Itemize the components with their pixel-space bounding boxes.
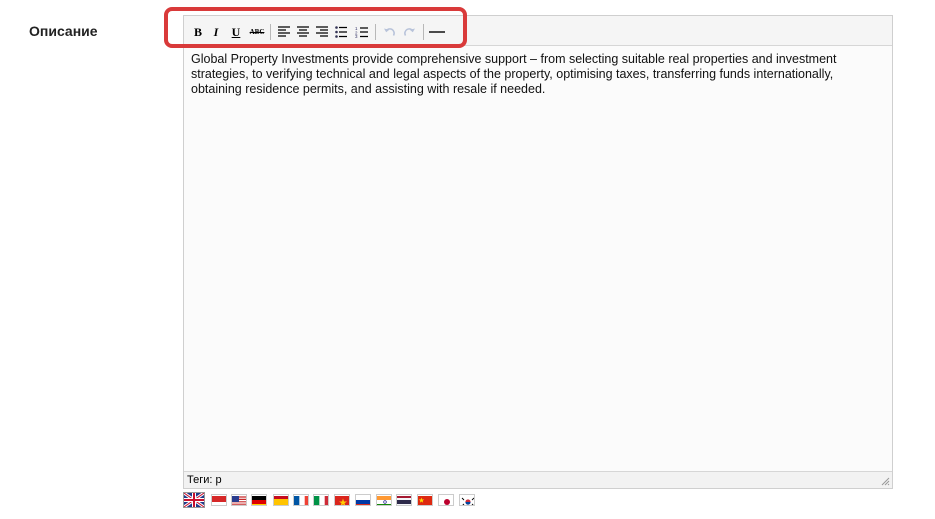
- horizontal-rule-icon: [429, 31, 445, 33]
- undo-button[interactable]: [381, 24, 397, 40]
- flag-in-icon[interactable]: [376, 494, 392, 506]
- svg-text:3: 3: [355, 34, 358, 38]
- flag-cn-icon[interactable]: [417, 494, 433, 506]
- numbered-list-button[interactable]: 1 2 3: [353, 24, 369, 40]
- flag-es-icon[interactable]: [273, 494, 289, 506]
- flag-vn-icon[interactable]: [334, 494, 350, 506]
- flag-fr-icon[interactable]: [293, 494, 309, 506]
- flag-kr-icon[interactable]: [459, 494, 475, 506]
- bullet-list-button[interactable]: [333, 24, 349, 40]
- flag-en-icon[interactable]: [183, 492, 205, 508]
- element-path: Теги: p: [187, 474, 222, 486]
- align-left-button[interactable]: [276, 24, 292, 40]
- numbered-list-icon: 1 2 3: [355, 26, 368, 38]
- align-right-icon: [316, 26, 328, 37]
- flag-jp-icon[interactable]: [438, 494, 454, 506]
- bold-button[interactable]: B: [190, 24, 206, 40]
- horizontal-rule-button[interactable]: [428, 24, 446, 40]
- italic-button[interactable]: I: [208, 24, 224, 40]
- undo-icon: [384, 28, 395, 36]
- resize-grip-icon[interactable]: [880, 476, 890, 486]
- flag-th-icon[interactable]: [396, 494, 412, 506]
- align-left-icon: [278, 26, 290, 37]
- align-center-button[interactable]: [295, 24, 311, 40]
- flag-it-icon[interactable]: [313, 494, 329, 506]
- toolbar-separator: [375, 24, 376, 40]
- align-right-button[interactable]: [314, 24, 330, 40]
- underline-button[interactable]: U: [228, 24, 244, 40]
- strikethrough-button[interactable]: ABC: [247, 24, 267, 40]
- flag-ru-icon[interactable]: [355, 494, 371, 506]
- redo-button[interactable]: [402, 24, 418, 40]
- rich-text-editor: B I U ABC 1 2 3 Global Property Investme…: [183, 15, 893, 489]
- align-center-icon: [297, 26, 309, 37]
- editor-statusbar: Теги: p: [184, 471, 892, 488]
- bullet-list-icon: [335, 26, 347, 38]
- description-label: Описание: [29, 23, 98, 39]
- editor-toolbar: B I U ABC 1 2 3: [184, 16, 892, 46]
- flag-us-icon[interactable]: [231, 494, 247, 506]
- flag-de-icon[interactable]: [251, 494, 267, 506]
- flag-id-icon[interactable]: [211, 494, 227, 506]
- redo-icon: [404, 28, 415, 36]
- toolbar-separator: [423, 24, 424, 40]
- editor-content[interactable]: Global Property Investments provide comp…: [191, 52, 881, 97]
- toolbar-separator: [270, 24, 271, 40]
